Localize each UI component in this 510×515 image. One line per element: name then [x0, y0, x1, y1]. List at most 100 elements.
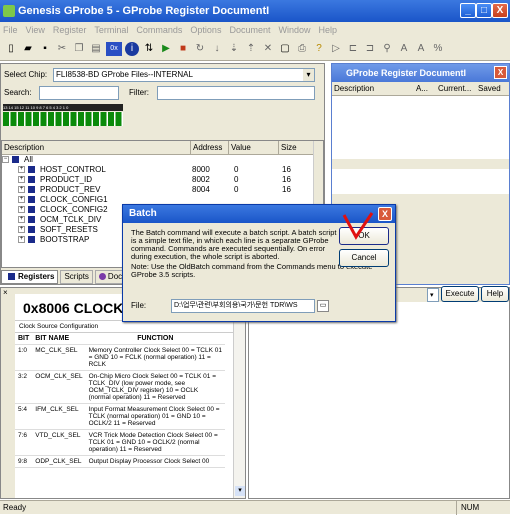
bit-name: VTD_CLK_SEL	[32, 429, 86, 456]
read-icon[interactable]: ⇅	[142, 42, 156, 56]
refresh-icon[interactable]: ↻	[193, 42, 207, 56]
filter-label: Filter:	[129, 88, 149, 97]
step-out-icon[interactable]: ⇡	[244, 42, 258, 56]
register-doc-scrollbar[interactable]: ▴ ▾	[233, 294, 245, 498]
open-icon[interactable]: ▰	[21, 42, 35, 56]
execute-button[interactable]: Execute	[441, 286, 479, 302]
register-icon	[28, 186, 35, 193]
batch-dialog-close-icon[interactable]: X	[378, 207, 392, 221]
paste-icon[interactable]: ▤	[89, 42, 103, 56]
register-row[interactable]: + PRODUCT_ID 8002 0 16	[2, 175, 323, 185]
hex-icon[interactable]: 0x	[106, 41, 122, 56]
help-button[interactable]: Help	[481, 286, 509, 302]
cancel-button[interactable]: Cancel	[339, 249, 389, 267]
tool2-icon[interactable]: ⊐	[363, 42, 377, 56]
register-row[interactable]: − All	[2, 155, 323, 165]
register-address: 8002	[192, 175, 210, 184]
doc-window-hscroll[interactable]	[332, 159, 509, 169]
scroll-down-icon[interactable]: ▾	[235, 486, 245, 496]
doc-col-a[interactable]: A...	[416, 82, 428, 96]
step-over-icon[interactable]: ⇣	[227, 42, 241, 56]
filter-input[interactable]	[157, 86, 315, 100]
register-row[interactable]: + HOST_CONTROL 8000 0 16	[2, 165, 323, 175]
batch-file-input[interactable]: D:\업무\관련\부회의용\국가\문헌 TDR\WS	[171, 299, 315, 313]
register-name: All	[24, 155, 33, 164]
run-icon[interactable]: ▶	[159, 42, 173, 56]
tool4-icon[interactable]: A	[414, 42, 428, 56]
help-icon[interactable]: ?	[312, 42, 326, 56]
stop-icon[interactable]: ■	[176, 42, 190, 56]
menu-view[interactable]: View	[26, 25, 45, 35]
register-icon	[28, 236, 35, 243]
window-icon[interactable]: ▢	[278, 42, 292, 56]
print-icon[interactable]: ⎙	[295, 42, 309, 56]
tab-registers[interactable]: Registers	[1, 270, 59, 284]
doc-window-close-icon[interactable]: X	[494, 66, 507, 79]
tool1-icon[interactable]: ⊏	[346, 42, 360, 56]
minimize-button[interactable]: _	[460, 3, 476, 18]
command-dropdown[interactable]: ▾	[427, 288, 439, 302]
menu-commands[interactable]: Commands	[136, 25, 182, 35]
tab-scripts[interactable]: Scripts	[60, 270, 93, 284]
tool5-icon[interactable]: %	[431, 42, 445, 56]
close-button[interactable]: X	[492, 3, 508, 18]
menu-register[interactable]: Register	[53, 25, 87, 35]
col-description[interactable]: Description	[4, 141, 44, 155]
toolbar: ▯ ▰ ▪ ✂ ❐ ▤ 0x i ⇅ ▶ ■ ↻ ↓ ⇣ ⇡ ✕ ▢ ⎙ ? ▷…	[0, 37, 510, 61]
doc-window-titlebar: GProbe Register DocumentI X	[332, 64, 509, 82]
expand-icon[interactable]: +	[18, 176, 25, 183]
doc-col-saved[interactable]: Saved	[478, 82, 501, 96]
bit-name: MC_CLK_SEL	[32, 344, 86, 371]
col-value[interactable]: Value	[228, 141, 251, 155]
expand-icon[interactable]: +	[18, 186, 25, 193]
bit-name: ODP_CLK_SEL	[32, 455, 86, 468]
expand-icon[interactable]: +	[18, 226, 25, 233]
run2-icon[interactable]: ▷	[329, 42, 343, 56]
col-size[interactable]: Size	[278, 141, 297, 155]
copy-icon[interactable]: ❐	[72, 42, 86, 56]
menu-file[interactable]: File	[3, 25, 18, 35]
clear-icon[interactable]: ✕	[261, 42, 275, 56]
expand-icon[interactable]: +	[18, 216, 25, 223]
tool3-icon[interactable]: A	[397, 42, 411, 56]
expand-icon[interactable]: +	[18, 206, 25, 213]
cut-icon[interactable]: ✂	[55, 42, 69, 56]
chevron-down-icon: ▾	[430, 292, 434, 299]
menu-help[interactable]: Help	[319, 25, 338, 35]
maximize-button[interactable]: □	[476, 3, 492, 18]
pin-icon[interactable]: ×	[3, 288, 8, 297]
expand-icon[interactable]: +	[18, 166, 25, 173]
menu-window[interactable]: Window	[278, 25, 310, 35]
search-input[interactable]	[39, 86, 119, 100]
select-chip-label: Select Chip:	[4, 70, 48, 79]
bit-toggles[interactable]	[3, 112, 123, 126]
status-bar: Ready NUM	[0, 500, 510, 515]
register-value: 0	[234, 175, 239, 184]
step-icon[interactable]: ↓	[210, 42, 224, 56]
chevron-down-icon: ▾	[303, 69, 314, 81]
register-row[interactable]: + PRODUCT_REV 8004 0 16	[2, 185, 323, 195]
select-chip-dropdown[interactable]: FLI8538-BD GProbe Files--INTERNAL ▾	[53, 68, 315, 82]
register-name: PRODUCT_ID	[40, 175, 93, 184]
menu-options[interactable]: Options	[190, 25, 221, 35]
batch-message: The Batch command will execute a batch s…	[131, 229, 337, 261]
bit-function: VCR Trick Mode Detection Clock Select 00…	[85, 429, 225, 456]
search-label: Search:	[4, 88, 32, 97]
find-icon[interactable]: ⚲	[380, 42, 394, 56]
expand-icon[interactable]: −	[2, 156, 9, 163]
col-address[interactable]: Address	[190, 141, 222, 155]
bit-function: Output Display Processor Clock Select 00	[85, 455, 225, 468]
doc-col-description[interactable]: Description	[334, 82, 374, 96]
expand-icon[interactable]: +	[18, 196, 25, 203]
new-icon[interactable]: ▯	[4, 42, 18, 56]
browse-icon[interactable]: ▭	[317, 300, 329, 312]
bit-function: On-Chip Micro Clock Select 00 = TCLK 01 …	[85, 370, 225, 404]
register-size: 16	[282, 185, 291, 194]
save-icon[interactable]: ▪	[38, 42, 52, 56]
menu-document[interactable]: Document	[229, 25, 270, 35]
menu-terminal[interactable]: Terminal	[94, 25, 128, 35]
doc-col-current[interactable]: Current...	[438, 82, 471, 96]
status-text: Ready	[3, 503, 27, 512]
info-icon[interactable]: i	[125, 41, 139, 56]
expand-icon[interactable]: +	[18, 236, 25, 243]
